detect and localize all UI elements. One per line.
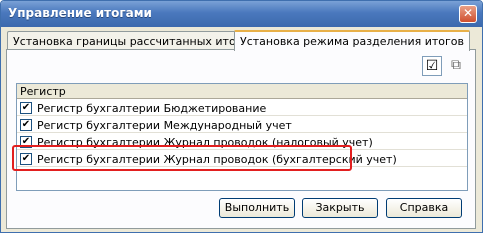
tab-totals-boundary[interactable]: Установка границы рассчитанных итогов bbox=[7, 31, 261, 50]
table-row[interactable]: ✔ Регистр бухгалтерии Бюджетирование bbox=[17, 100, 467, 116]
close-button[interactable]: Закрыть bbox=[302, 198, 378, 218]
execute-button[interactable]: Выполнить bbox=[219, 198, 295, 218]
column-header-register[interactable]: Регистр bbox=[17, 84, 467, 99]
row-checkbox[interactable]: ✔ bbox=[20, 102, 32, 114]
table-row[interactable]: ✔ Регистр бухгалтерии Международный учет bbox=[17, 117, 467, 133]
row-checkbox[interactable]: ✔ bbox=[20, 119, 32, 131]
highlight-box bbox=[12, 145, 352, 171]
dialog-window: Управление итогами ✕ Установка границы р… bbox=[0, 0, 483, 233]
window-title: Управление итогами bbox=[8, 6, 152, 20]
title-bar[interactable]: Управление итогами ✕ bbox=[1, 1, 482, 27]
help-button[interactable]: Справка bbox=[386, 198, 462, 218]
checkbox-icon[interactable]: ☑ bbox=[422, 56, 442, 76]
tab-totals-split-mode[interactable]: Установка режима разделения итогов bbox=[234, 30, 471, 51]
register-table: Регистр ✔ Регистр бухгалтерии Бюджетиров… bbox=[16, 83, 468, 191]
copy-icon[interactable]: ⧉ bbox=[446, 56, 466, 76]
row-label: Регистр бухгалтерии Бюджетирование bbox=[37, 102, 267, 115]
row-label: Регистр бухгалтерии Международный учет bbox=[37, 119, 292, 132]
close-icon[interactable]: ✕ bbox=[459, 5, 477, 23]
